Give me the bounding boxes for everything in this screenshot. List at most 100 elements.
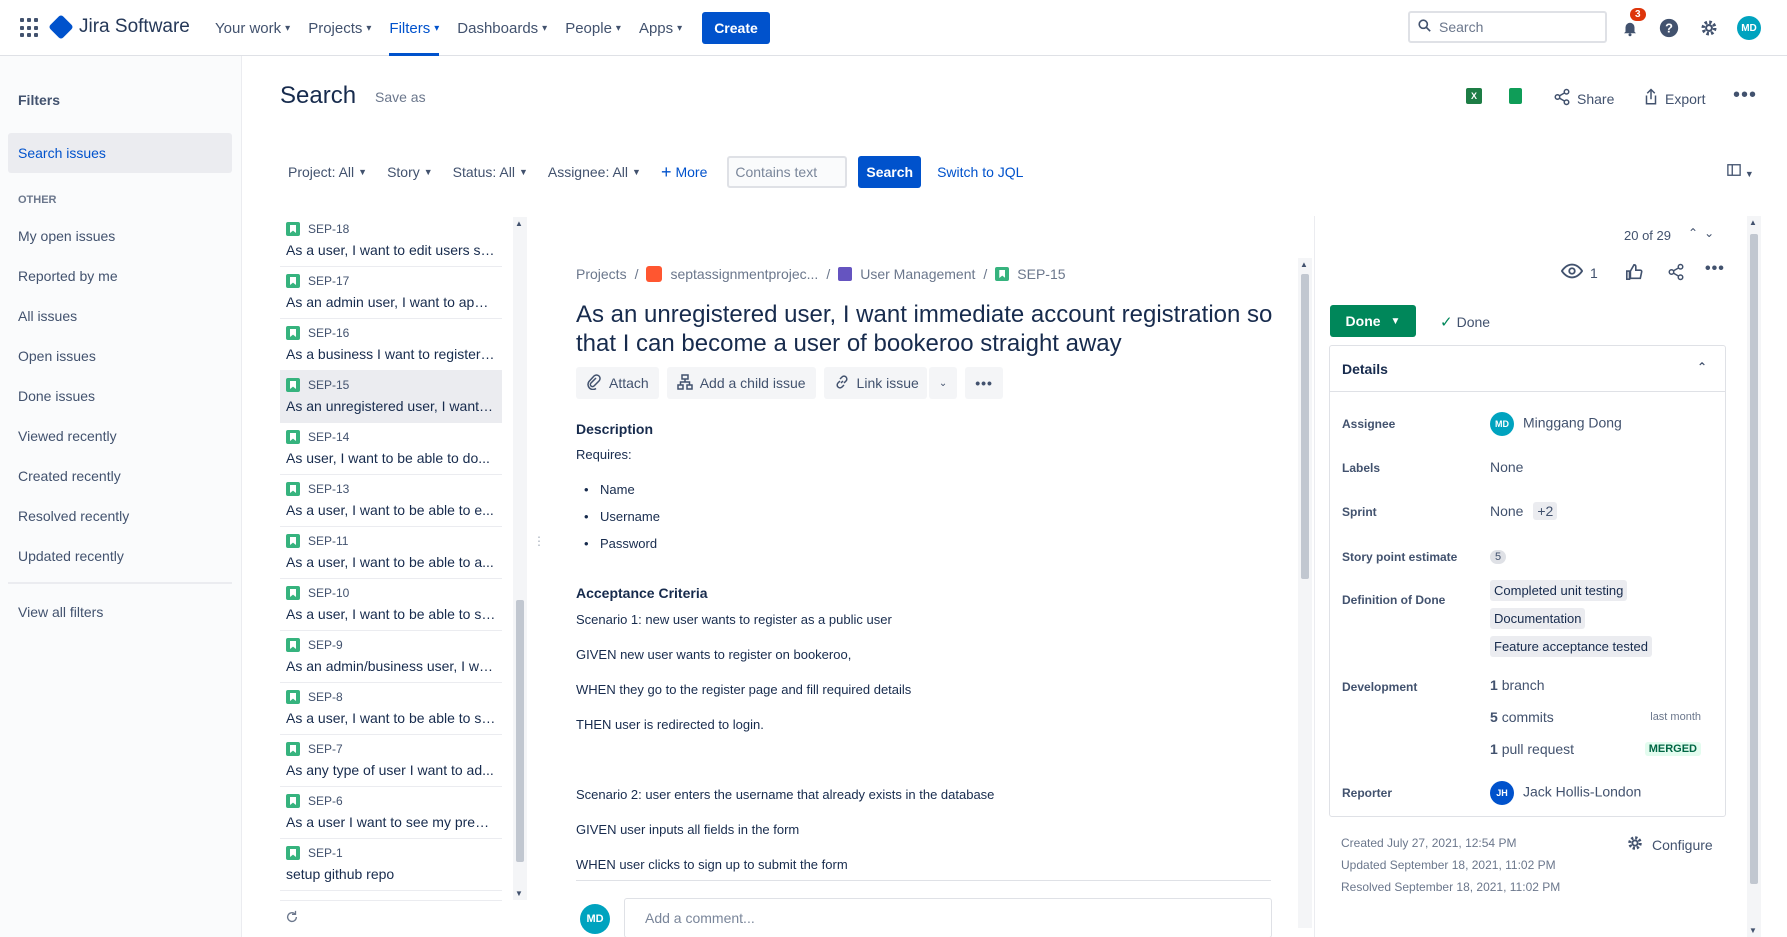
view-layout-toggle-icon[interactable]: ▼ [1727, 163, 1754, 180]
sidebar-item-all-issues[interactable]: All issues [18, 308, 77, 324]
dev-branch-link[interactable]: 1 branch [1490, 677, 1545, 693]
attach-button[interactable]: Attach [576, 367, 659, 399]
status-done-button[interactable]: Done ▼ [1330, 305, 1416, 337]
sprint-field[interactable]: None +2 [1490, 502, 1558, 520]
excel-export-icon[interactable]: X [1466, 88, 1482, 104]
issue-list-scrollbar[interactable]: ▲ ▼ [513, 217, 527, 900]
nav-projects[interactable]: Projects ▾ [300, 0, 379, 56]
story-point-field[interactable]: 5 [1490, 547, 1507, 564]
breadcrumb-projects[interactable]: Projects [576, 266, 627, 282]
scrollbar-thumb[interactable] [1750, 234, 1758, 884]
jira-logo[interactable]: Jira Software [48, 14, 190, 40]
breadcrumb-epic[interactable]: User Management [860, 266, 975, 282]
dev-pull-request-link[interactable]: 1 pull request [1490, 741, 1574, 757]
assignee-field[interactable]: MD Minggang Dong [1490, 412, 1622, 436]
scrollbar-thumb[interactable] [516, 600, 524, 862]
watch-button[interactable]: 1 [1560, 263, 1598, 282]
sidebar-item-my-open-issues[interactable]: My open issues [18, 228, 115, 244]
sidebar-item-reported-by-me[interactable]: Reported by me [18, 268, 118, 284]
chevron-down-icon[interactable]: ⌄ [1704, 226, 1720, 240]
chevron-up-icon[interactable]: ⌃ [1688, 226, 1704, 240]
link-issue-button[interactable]: Link issue [823, 367, 927, 399]
switch-to-jql-link[interactable]: Switch to JQL [937, 164, 1023, 180]
breadcrumb-issue-key[interactable]: SEP-15 [1017, 266, 1065, 282]
issue-title[interactable]: As an unregistered user, I want immediat… [576, 300, 1276, 358]
nav-people[interactable]: People ▾ [557, 0, 629, 56]
dod-chip[interactable]: Feature acceptance tested [1490, 636, 1652, 657]
issue-list-item[interactable]: SEP-13 As a user, I want to be able to e… [280, 475, 502, 527]
scroll-up-arrow-icon[interactable]: ▲ [1749, 218, 1757, 227]
sidebar-item-created-recently[interactable]: Created recently [18, 468, 121, 484]
issue-list-item[interactable]: SEP-1 setup github repo [280, 839, 502, 891]
scroll-up-arrow-icon[interactable]: ▲ [1300, 260, 1308, 269]
nav-your-work[interactable]: Your work ▾ [207, 0, 298, 56]
scroll-down-arrow-icon[interactable]: ▼ [1749, 926, 1757, 935]
project-filter[interactable]: Project: All ▼ [280, 156, 375, 188]
link-issue-dropdown-chevron-icon[interactable]: ⌄ [928, 367, 958, 399]
more-actions-icon[interactable]: ••• [1733, 84, 1757, 107]
dev-commits-link[interactable]: 5 commits [1490, 709, 1554, 725]
issue-list-item[interactable]: SEP-16 As a business I want to register … [280, 319, 502, 371]
create-button[interactable]: Create [702, 12, 770, 44]
more-filters-button[interactable]: + More [653, 156, 715, 188]
panel-resize-handle[interactable]: ⋮ [533, 534, 545, 548]
sidebar-item-search-issues[interactable]: Search issues [8, 133, 232, 173]
labels-field[interactable]: None [1490, 459, 1523, 475]
sidebar-item-done-issues[interactable]: Done issues [18, 388, 95, 404]
nav-dashboards[interactable]: Dashboards ▾ [449, 0, 555, 56]
global-search-input[interactable]: Search [1408, 11, 1607, 43]
chevron-up-icon[interactable]: ⌃ [1697, 360, 1707, 374]
issue-list-item[interactable]: SEP-8 As a user, I want to be able to se… [280, 683, 502, 735]
assignee-filter[interactable]: Assignee: All ▼ [540, 156, 649, 188]
sidebar-view-all-filters[interactable]: View all filters [18, 604, 103, 620]
add-comment-input[interactable]: Add a comment... [624, 898, 1272, 937]
configure-button[interactable]: Configure [1626, 834, 1713, 855]
export-button[interactable]: Export [1643, 88, 1705, 109]
help-icon[interactable]: ? [1657, 16, 1681, 40]
status-filter[interactable]: Status: All ▼ [445, 156, 536, 188]
share-icon[interactable] [1667, 263, 1685, 281]
reporter-field[interactable]: JH Jack Hollis-London [1490, 781, 1641, 805]
issue-list-item[interactable]: SEP-9 As an admin/business user, I wa... [280, 631, 502, 683]
search-button[interactable]: Search [858, 156, 922, 188]
scroll-up-arrow-icon[interactable]: ▲ [515, 219, 523, 228]
sidebar-item-resolved-recently[interactable]: Resolved recently [18, 508, 129, 524]
notifications-bell-icon[interactable]: 3 [1618, 8, 1646, 40]
save-as-button[interactable]: Save as [375, 89, 426, 105]
type-filter[interactable]: Story ▼ [379, 156, 441, 188]
scrollbar-thumb[interactable] [1301, 274, 1309, 579]
issue-list-item[interactable]: SEP-17 As an admin user, I want to appr.… [280, 267, 502, 319]
issue-list-item-selected[interactable]: SEP-15 As an unregistered user, I want i… [280, 371, 502, 423]
nav-apps[interactable]: Apps ▾ [631, 0, 690, 56]
add-child-issue-button[interactable]: Add a child issue [666, 367, 816, 399]
issue-list-item[interactable]: SEP-6 As a user I want to see my previ..… [280, 787, 502, 839]
sidebar-item-viewed-recently[interactable]: Viewed recently [18, 428, 117, 444]
issue-list-item[interactable]: SEP-18 As a user, I want to edit users s… [280, 215, 502, 267]
breadcrumb-project[interactable]: septassignmentprojec... [670, 266, 818, 282]
user-avatar[interactable]: MD [1737, 16, 1761, 40]
settings-gear-icon[interactable] [1697, 16, 1721, 40]
issue-detail-scrollbar[interactable]: ▲ [1298, 258, 1312, 928]
criteria-line: GIVEN user inputs all fields in the form [576, 822, 800, 837]
sidebar-item-open-issues[interactable]: Open issues [18, 348, 96, 364]
app-switcher-icon[interactable] [20, 18, 40, 38]
issue-list-item[interactable]: SEP-7 As any type of user I want to ad..… [280, 735, 502, 787]
issue-navigation-arrows[interactable]: ⌃⌄ [1688, 226, 1720, 240]
issue-list-item[interactable]: SEP-10 As a user, I want to be able to s… [280, 579, 502, 631]
details-header[interactable]: Details ⌃ [1330, 346, 1725, 392]
scroll-down-arrow-icon[interactable]: ▼ [515, 889, 523, 898]
like-thumbs-up-icon[interactable] [1625, 263, 1643, 281]
more-actions-icon[interactable]: ••• [965, 367, 1003, 399]
right-panel-scrollbar[interactable]: ▲ ▼ [1747, 216, 1761, 937]
contains-text-input[interactable]: Contains text [727, 156, 848, 188]
sidebar-item-updated-recently[interactable]: Updated recently [18, 548, 124, 564]
issue-list-item[interactable]: SEP-11 As a user, I want to be able to a… [280, 527, 502, 579]
dod-chip[interactable]: Documentation [1490, 608, 1586, 629]
nav-filters[interactable]: Filters ▾ [381, 0, 447, 56]
refresh-icon[interactable] [285, 910, 299, 927]
more-actions-icon[interactable]: ••• [1705, 260, 1725, 278]
share-button[interactable]: Share [1553, 88, 1614, 109]
google-sheets-icon[interactable] [1509, 88, 1522, 104]
dod-chip[interactable]: Completed unit testing [1490, 580, 1628, 601]
issue-list-item[interactable]: SEP-14 As user, I want to be able to do.… [280, 423, 502, 475]
